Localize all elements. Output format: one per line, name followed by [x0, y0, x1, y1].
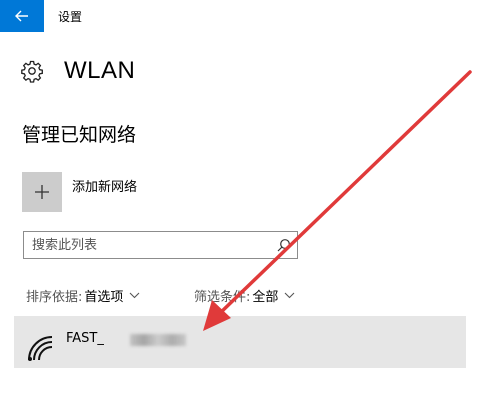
plus-icon	[35, 185, 49, 199]
page-header: WLAN	[20, 56, 135, 86]
page-title: WLAN	[64, 57, 136, 84]
network-name: FAST_	[66, 331, 104, 346]
filter-value: 全部	[252, 290, 279, 305]
section-title: 管理已知网络	[22, 124, 137, 146]
search-input[interactable]	[24, 232, 264, 258]
sort-dropdown[interactable]: 排序依据: 首选项	[26, 286, 140, 305]
chevron-down-icon	[130, 292, 140, 299]
back-button[interactable]	[0, 0, 44, 32]
search-box[interactable]	[23, 231, 298, 259]
add-network-button[interactable]	[22, 172, 62, 212]
gear-icon	[21, 60, 43, 83]
sort-value: 首选项	[84, 290, 124, 305]
title-bar: 设置	[0, 0, 500, 32]
filter-dropdown[interactable]: 筛选条件: 全部	[194, 286, 295, 305]
wifi-icon	[28, 336, 53, 361]
filter-label: 筛选条件:	[194, 290, 251, 305]
back-arrow-icon	[15, 10, 28, 22]
redacted-network-suffix	[130, 334, 186, 346]
chevron-down-icon	[285, 292, 295, 299]
search-icon[interactable]	[277, 238, 291, 252]
window-title: 设置	[58, 10, 83, 24]
add-network-label[interactable]: 添加新网络	[72, 176, 137, 195]
network-list-item[interactable]: FAST_	[14, 316, 466, 368]
sort-label: 排序依据:	[26, 290, 83, 305]
